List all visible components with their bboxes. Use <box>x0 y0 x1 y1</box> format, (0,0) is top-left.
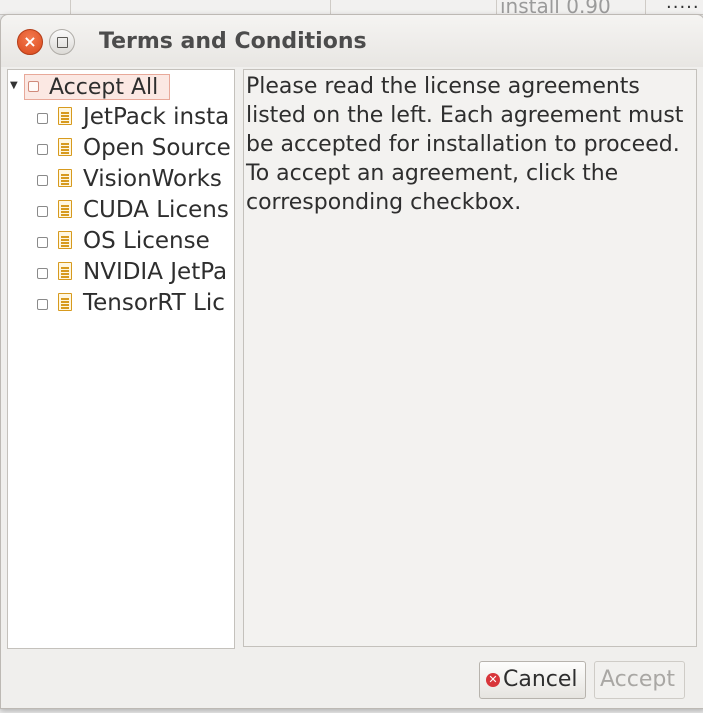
background-column-divider <box>70 0 71 14</box>
license-tree: ▼ Accept All JetPack insta Open Source V… <box>7 69 235 649</box>
close-icon: × <box>23 32 37 51</box>
license-label: VisionWorks <box>83 166 222 192</box>
title-bar: × Terms and Conditions <box>1 15 703 67</box>
document-icon <box>58 169 72 187</box>
license-item[interactable]: NVIDIA JetPa <box>8 259 234 289</box>
license-label: Open Source <box>83 135 231 161</box>
dialog-title: Terms and Conditions <box>99 29 367 54</box>
expand-triangle-icon[interactable]: ▼ <box>10 80 18 91</box>
license-item[interactable]: TensorRT Lic <box>8 290 234 320</box>
document-icon <box>58 200 72 218</box>
maximize-icon <box>57 37 68 48</box>
terms-dialog: × Terms and Conditions ▼ Accept All JetP… <box>0 14 703 709</box>
document-icon <box>58 262 72 280</box>
license-checkbox[interactable] <box>37 237 48 248</box>
license-item[interactable]: Open Source <box>8 135 234 165</box>
document-icon <box>58 293 72 311</box>
license-item[interactable]: JetPack insta <box>8 104 234 134</box>
license-text-panel[interactable]: Please read the license agreements liste… <box>243 69 697 647</box>
instructions-text: Please read the license agreements liste… <box>246 74 684 215</box>
license-item[interactable]: OS License <box>8 228 234 258</box>
background-window-strip: install 0.90 ..... <box>0 0 703 18</box>
cancel-button[interactable]: ✕ Cancel <box>479 661 586 699</box>
license-checkbox[interactable] <box>37 175 48 186</box>
cancel-icon: ✕ <box>486 673 500 687</box>
license-checkbox[interactable] <box>37 144 48 155</box>
license-item[interactable]: VisionWorks <box>8 166 234 196</box>
cancel-label: Cancel <box>503 667 578 692</box>
license-label: OS License <box>83 228 210 254</box>
background-column-divider <box>496 0 497 14</box>
background-column-divider <box>645 0 646 14</box>
maximize-window-button[interactable] <box>49 29 75 55</box>
license-label: JetPack insta <box>83 104 230 130</box>
background-column-divider <box>330 0 331 14</box>
license-item[interactable]: CUDA Licens <box>8 197 234 227</box>
license-label: CUDA Licens <box>83 197 229 223</box>
license-checkbox[interactable] <box>37 268 48 279</box>
background-dots: ..... <box>666 0 700 13</box>
accept-all-label: Accept All <box>49 75 159 100</box>
license-label: NVIDIA JetPa <box>83 259 228 285</box>
document-icon <box>58 107 72 125</box>
close-window-button[interactable]: × <box>17 29 43 55</box>
accept-all-checkbox[interactable] <box>28 81 39 92</box>
license-label: TensorRT Lic <box>83 290 225 316</box>
accept-all-item[interactable]: Accept All <box>24 74 170 100</box>
accept-label: Accept <box>600 667 675 692</box>
license-checkbox[interactable] <box>37 299 48 310</box>
document-icon <box>58 231 72 249</box>
document-icon <box>58 138 72 156</box>
license-checkbox[interactable] <box>37 113 48 124</box>
license-checkbox[interactable] <box>37 206 48 217</box>
accept-button[interactable]: Accept <box>594 661 685 699</box>
